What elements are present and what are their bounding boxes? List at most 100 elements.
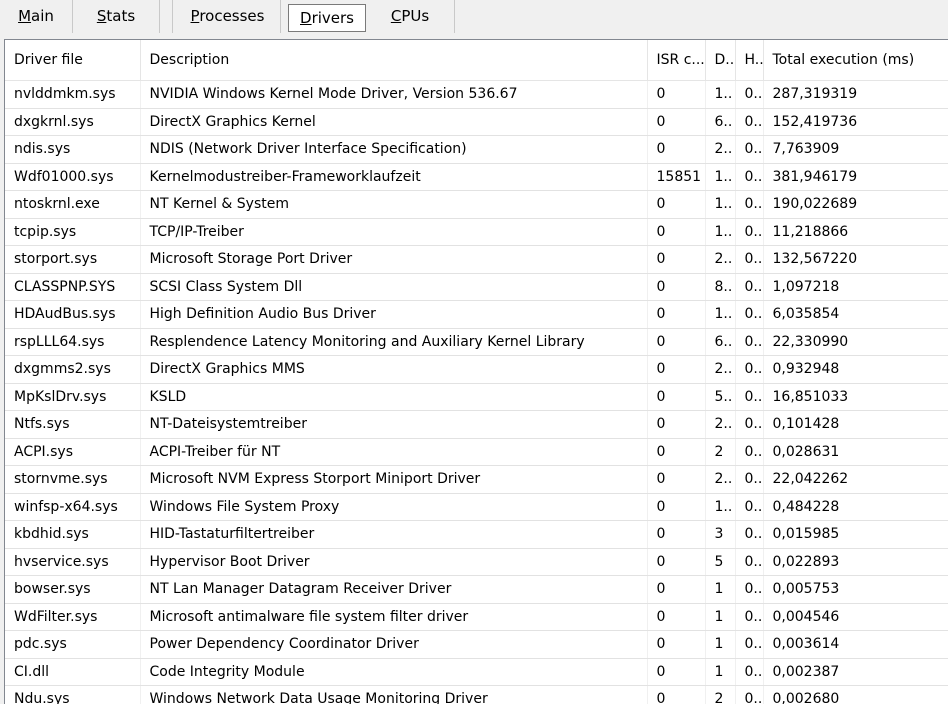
tab-main[interactable]: Main	[0, 0, 73, 33]
table-row[interactable]: MpKslDrv.sysKSLD05..0..16,851033	[5, 383, 948, 411]
table-row[interactable]: rspLLL64.sysResplendence Latency Monitor…	[5, 328, 948, 356]
table-row[interactable]: CI.dllCode Integrity Module010..0,002387	[5, 658, 948, 686]
table-row[interactable]: hvservice.sysHypervisor Boot Driver050..…	[5, 548, 948, 576]
total-execution-cell: 0,932948	[763, 356, 948, 384]
table-row[interactable]: storport.sysMicrosoft Storage Port Drive…	[5, 246, 948, 274]
dpc-cell: 1..	[705, 493, 735, 521]
drivers-table: Driver file Description ISR c... D.. H..…	[5, 40, 948, 704]
tab-drivers-accel: D	[300, 9, 312, 27]
description-cell: TCP/IP-Treiber	[140, 218, 647, 246]
dpc-cell: 1	[705, 631, 735, 659]
total-execution-cell: 0,005753	[763, 576, 948, 604]
dpc-cell: 5..	[705, 383, 735, 411]
description-cell: Microsoft Storage Port Driver	[140, 246, 647, 274]
description-cell: KSLD	[140, 383, 647, 411]
h-cell: 0..	[735, 301, 763, 329]
description-cell: Windows File System Proxy	[140, 493, 647, 521]
isr-count-cell: 15851	[647, 163, 705, 191]
total-execution-cell: 11,218866	[763, 218, 948, 246]
column-header-h[interactable]: H..	[735, 40, 763, 81]
driver-file-cell: Wdf01000.sys	[5, 163, 140, 191]
table-row[interactable]: CLASSPNP.SYSSCSI Class System Dll08..0..…	[5, 273, 948, 301]
description-cell: ACPI-Treiber für NT	[140, 438, 647, 466]
driver-file-cell: Ntfs.sys	[5, 411, 140, 439]
description-cell: NDIS (Network Driver Interface Specifica…	[140, 136, 647, 164]
dpc-cell: 2	[705, 438, 735, 466]
isr-count-cell: 0	[647, 521, 705, 549]
dpc-cell: 2..	[705, 411, 735, 439]
isr-count-cell: 0	[647, 218, 705, 246]
tab-processes[interactable]: Processes	[175, 0, 281, 33]
isr-count-cell: 0	[647, 603, 705, 631]
table-row[interactable]: dxgmms2.sysDirectX Graphics MMS02..0..0,…	[5, 356, 948, 384]
isr-count-cell: 0	[647, 576, 705, 604]
table-row[interactable]: dxgkrnl.sysDirectX Graphics Kernel06..0.…	[5, 108, 948, 136]
driver-file-cell: stornvme.sys	[5, 466, 140, 494]
total-execution-cell: 0,484228	[763, 493, 948, 521]
table-row[interactable]: stornvme.sysMicrosoft NVM Express Storpo…	[5, 466, 948, 494]
h-cell: 0..	[735, 163, 763, 191]
table-row[interactable]: nvlddmkm.sysNVIDIA Windows Kernel Mode D…	[5, 81, 948, 109]
dpc-cell: 2..	[705, 246, 735, 274]
column-header-description[interactable]: Description	[140, 40, 647, 81]
total-execution-cell: 22,330990	[763, 328, 948, 356]
dpc-cell: 2	[705, 686, 735, 704]
table-row[interactable]: Ntfs.sysNT-Dateisystemtreiber02..0..0,10…	[5, 411, 948, 439]
description-cell: Resplendence Latency Monitoring and Auxi…	[140, 328, 647, 356]
h-cell: 0..	[735, 273, 763, 301]
dpc-cell: 2..	[705, 356, 735, 384]
column-header-dpc[interactable]: D..	[705, 40, 735, 81]
table-row[interactable]: winfsp-x64.sysWindows File System Proxy 0…	[5, 493, 948, 521]
description-cell: Microsoft NVM Express Storport Miniport …	[140, 466, 647, 494]
column-header-driver-file[interactable]: Driver file	[5, 40, 140, 81]
table-row[interactable]: pdc.sysPower Dependency Coordinator Driv…	[5, 631, 948, 659]
driver-file-cell: WdFilter.sys	[5, 603, 140, 631]
description-cell: Code Integrity Module	[140, 658, 647, 686]
tab-bar: Main Stats Processes Drivers CPUs	[0, 0, 948, 36]
table-row[interactable]: ACPI.sysACPI-Treiber für NT020..0,028631	[5, 438, 948, 466]
table-row[interactable]: Ndu.sysWindows Network Data Usage Monito…	[5, 686, 948, 704]
table-row[interactable]: ndis.sysNDIS (Network Driver Interface S…	[5, 136, 948, 164]
table-body: nvlddmkm.sysNVIDIA Windows Kernel Mode D…	[5, 81, 948, 704]
isr-count-cell: 0	[647, 81, 705, 109]
h-cell: 0..	[735, 108, 763, 136]
table-row[interactable]: bowser.sysNT Lan Manager Datagram Receiv…	[5, 576, 948, 604]
driver-file-cell: tcpip.sys	[5, 218, 140, 246]
table-row[interactable]: WdFilter.sysMicrosoft antimalware file s…	[5, 603, 948, 631]
h-cell: 0..	[735, 603, 763, 631]
tab-separator	[172, 0, 173, 33]
h-cell: 0..	[735, 81, 763, 109]
tab-cpus[interactable]: CPUs	[366, 0, 455, 33]
h-cell: 0..	[735, 356, 763, 384]
total-execution-cell: 0,002680	[763, 686, 948, 704]
tab-stats[interactable]: Stats	[73, 0, 160, 33]
table-row[interactable]: Wdf01000.sysKernelmodustreiber-Framework…	[5, 163, 948, 191]
table-row[interactable]: tcpip.sysTCP/IP-Treiber01..0..11,218866	[5, 218, 948, 246]
dpc-cell: 2..	[705, 136, 735, 164]
description-cell: Hypervisor Boot Driver	[140, 548, 647, 576]
table-row[interactable]: ntoskrnl.exeNT Kernel & System01..0..190…	[5, 191, 948, 219]
driver-file-cell: dxgkrnl.sys	[5, 108, 140, 136]
h-cell: 0..	[735, 136, 763, 164]
column-header-isr-count[interactable]: ISR c...	[647, 40, 705, 81]
driver-file-cell: winfsp-x64.sys	[5, 493, 140, 521]
total-execution-cell: 6,035854	[763, 301, 948, 329]
table-row[interactable]: kbdhid.sysHID-Tastaturfiltertreiber030..…	[5, 521, 948, 549]
isr-count-cell: 0	[647, 548, 705, 576]
column-header-total-execution[interactable]: Total execution (ms)	[763, 40, 948, 81]
description-cell: SCSI Class System Dll	[140, 273, 647, 301]
dpc-cell: 6..	[705, 328, 735, 356]
description-cell: Windows Network Data Usage Monitoring Dr…	[140, 686, 647, 704]
description-cell: Microsoft antimalware file system filter…	[140, 603, 647, 631]
h-cell: 0..	[735, 493, 763, 521]
h-cell: 0..	[735, 631, 763, 659]
description-cell: High Definition Audio Bus Driver	[140, 301, 647, 329]
h-cell: 0..	[735, 383, 763, 411]
isr-count-cell: 0	[647, 273, 705, 301]
total-execution-cell: 0,022893	[763, 548, 948, 576]
table-row[interactable]: HDAudBus.sysHigh Definition Audio Bus Dr…	[5, 301, 948, 329]
tab-processes-label: rocesses	[199, 7, 264, 25]
tab-drivers[interactable]: Drivers	[288, 4, 366, 32]
total-execution-cell: 381,946179	[763, 163, 948, 191]
drivers-list[interactable]: Driver file Description ISR c... D.. H..…	[4, 39, 948, 704]
